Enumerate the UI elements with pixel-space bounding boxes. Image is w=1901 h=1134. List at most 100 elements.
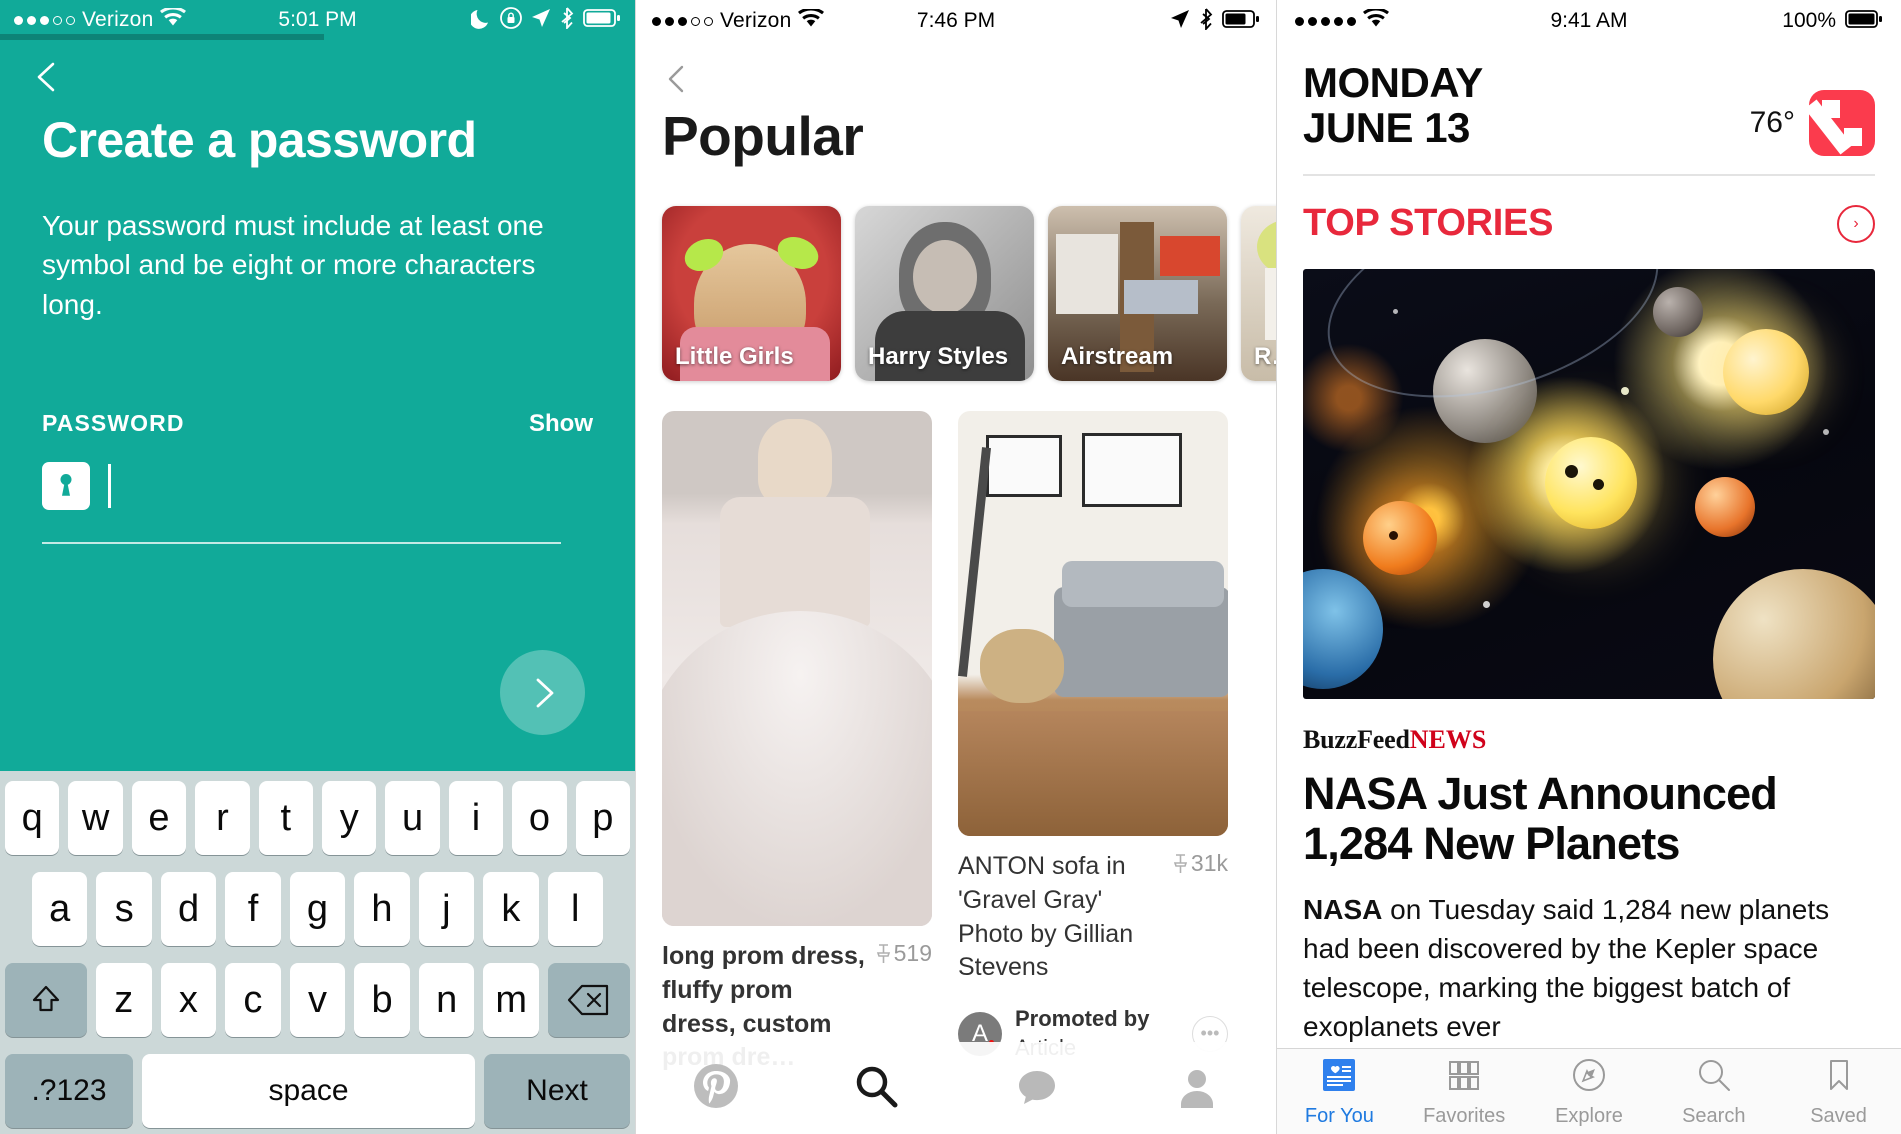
category-card[interactable]: Little Girls [662, 206, 841, 381]
key-s[interactable]: s [96, 872, 152, 946]
status-right: 100% [1782, 9, 1883, 34]
backspace-key[interactable] [548, 963, 631, 1037]
planet-graphic [1545, 437, 1637, 529]
location-icon [531, 8, 551, 33]
key-m[interactable]: m [483, 963, 540, 1037]
key-n[interactable]: n [418, 963, 475, 1037]
article-hero-image[interactable] [1303, 269, 1875, 699]
wifi-icon [798, 6, 825, 34]
tab-label: Saved [1810, 1104, 1867, 1127]
keyboard-row-2: a s d f g h j k l [5, 872, 630, 946]
signal-strength-dots [1295, 16, 1356, 26]
star-graphic [1621, 387, 1629, 395]
page-title: Popular [662, 105, 864, 167]
key-q[interactable]: q [4, 781, 60, 855]
password-field-label: PASSWORD [42, 409, 185, 436]
key-z[interactable]: z [95, 963, 152, 1037]
password-form: Create a password Your password must inc… [0, 94, 635, 544]
pin-title[interactable]: ANTON sofa in 'Gravel Gray' Photo by Gil… [958, 850, 1163, 985]
key-b[interactable]: b [354, 963, 410, 1037]
show-password-button[interactable]: Show [529, 410, 593, 438]
news-header: MONDAY JUNE 13 76° [1277, 42, 1901, 156]
key-l[interactable]: l [547, 872, 603, 946]
tab-bar[interactable]: For You Favorites Explore Search Saved [1277, 1048, 1901, 1134]
key-c[interactable]: c [225, 963, 281, 1037]
key-x[interactable]: x [160, 963, 217, 1037]
key-i[interactable]: i [448, 781, 504, 855]
category-card[interactable]: Harry Styles [855, 206, 1034, 381]
pin-save-number: 31k [1190, 850, 1228, 876]
key-v[interactable]: v [289, 963, 346, 1037]
key-a[interactable]: a [32, 872, 88, 946]
key-h[interactable]: h [354, 872, 410, 946]
planet-graphic [1713, 569, 1875, 699]
key-w[interactable]: w [68, 781, 123, 855]
pin-image[interactable] [958, 411, 1228, 836]
moon-icon [469, 7, 491, 34]
key-p[interactable]: p [575, 781, 631, 855]
planet-graphic [1695, 477, 1755, 537]
tab-favorites[interactable]: Favorites [1402, 1056, 1527, 1128]
category-label: Harry Styles [868, 343, 1009, 370]
tab-explore[interactable]: Explore [1527, 1056, 1652, 1128]
key-r[interactable]: r [195, 781, 250, 855]
key-t[interactable]: t [258, 781, 313, 855]
pinterest-home-icon[interactable] [692, 1062, 740, 1115]
key-y[interactable]: y [322, 781, 377, 855]
key-g[interactable]: g [289, 872, 346, 946]
status-right [1170, 7, 1260, 35]
article-headline[interactable]: NASA Just Announced 1,284 New Planets [1277, 755, 1901, 870]
keyboard-row-1: q w e r t y u i o p [4, 781, 631, 855]
tab-saved[interactable]: Saved [1776, 1056, 1901, 1128]
on-screen-keyboard[interactable]: q w e r t y u i o p a s d f g h j k l z … [0, 771, 635, 1134]
key-u[interactable]: u [385, 781, 440, 855]
lock-icon [500, 6, 522, 34]
pin-image[interactable] [662, 411, 932, 926]
star-graphic [1823, 429, 1829, 435]
tab-search[interactable]: Search [1651, 1056, 1776, 1128]
password-input[interactable] [42, 460, 593, 512]
next-button[interactable] [500, 650, 585, 735]
battery-icon [583, 8, 621, 33]
planet-graphic [1303, 569, 1383, 689]
profile-icon[interactable] [1173, 1062, 1221, 1115]
shift-key[interactable] [4, 963, 87, 1037]
key-o[interactable]: o [512, 781, 567, 855]
messages-icon[interactable] [1013, 1062, 1061, 1115]
numbers-key[interactable]: .?123 [5, 1054, 133, 1128]
key-e[interactable]: e [131, 781, 187, 855]
carrier-label: Verizon [82, 8, 154, 31]
back-button[interactable] [662, 64, 692, 94]
chevron-right-icon[interactable]: › [1837, 204, 1875, 243]
key-k[interactable]: k [483, 872, 539, 946]
status-right [469, 6, 621, 34]
key-f[interactable]: f [225, 872, 281, 946]
space-key[interactable]: space [142, 1054, 475, 1128]
planet-graphic [1593, 479, 1604, 490]
planet-graphic [1653, 287, 1703, 337]
key-d[interactable]: d [160, 872, 217, 946]
tab-for-you[interactable]: For You [1277, 1056, 1402, 1128]
key-j[interactable]: j [418, 872, 475, 946]
three-phone-screenshots: Verizon 5:01 PM Create a password Your p… [0, 0, 1901, 1134]
search-icon[interactable] [852, 1062, 900, 1115]
keyboard-row-3: z x c v b n m [4, 963, 631, 1037]
signal-strength-dots [652, 16, 713, 26]
keyboard-row-4: .?123 space Next [5, 1054, 630, 1128]
pin-column: ANTON sofa in 'Gravel Gray' Photo by Gil… [958, 411, 1228, 1075]
tab-bar[interactable] [636, 1042, 1276, 1134]
return-key[interactable]: Next [484, 1054, 630, 1128]
password-field-group: PASSWORD Show [42, 410, 593, 544]
back-button[interactable] [30, 60, 64, 94]
for-you-icon [1320, 1056, 1358, 1100]
status-bar: Verizon 7:46 PM [636, 0, 1276, 42]
battery-percent-label: 100% [1782, 9, 1836, 32]
pin-column: long prom dress, fluffy prom dress, cust… [662, 411, 932, 1075]
category-card[interactable]: R… W… [1241, 206, 1276, 381]
category-label: Little Girls [675, 343, 794, 370]
page-title: Create a password [42, 112, 477, 168]
section-header: TOP STORIES › [1277, 176, 1901, 245]
pin-save-number: 519 [893, 940, 932, 966]
category-card[interactable]: Airstream [1048, 206, 1227, 381]
category-carousel[interactable]: Little Girls Harry Styles Airstream R… W… [636, 168, 1276, 381]
